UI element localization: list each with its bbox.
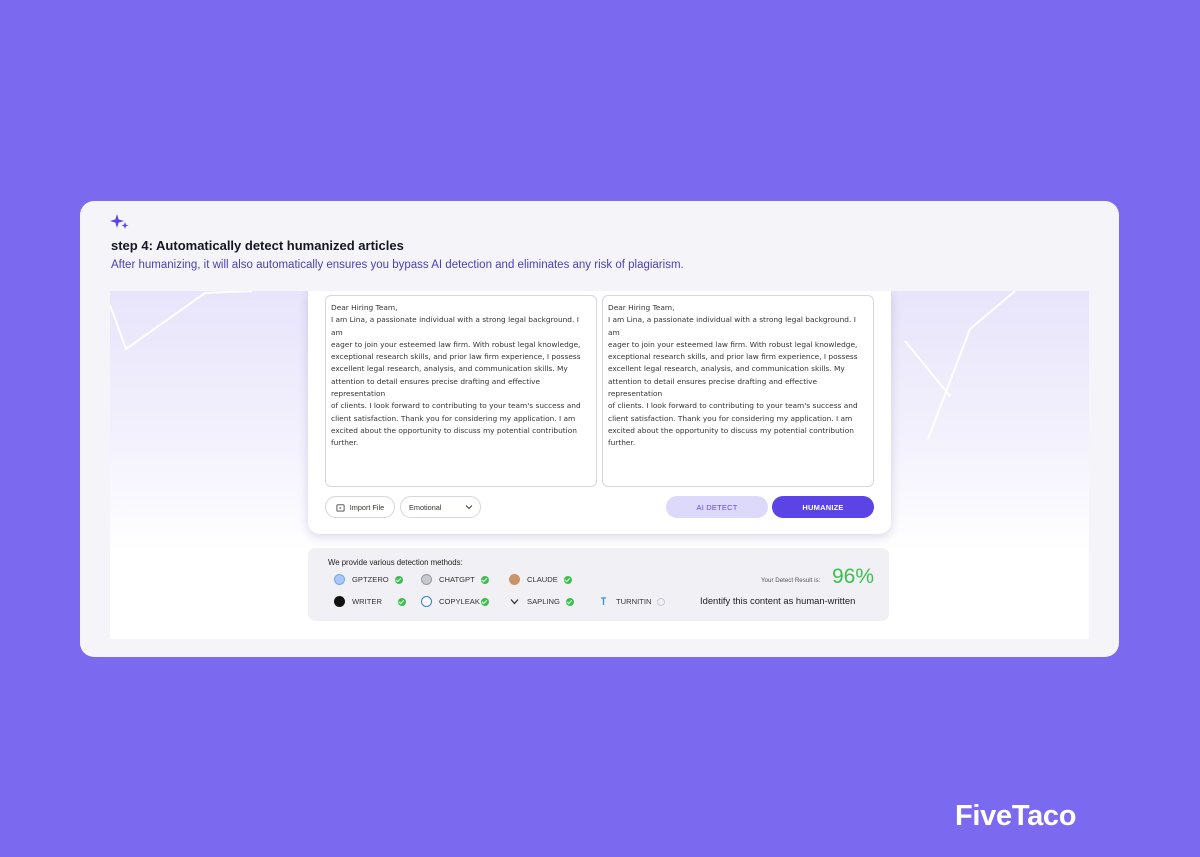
output-line: excellent legal research, analysis, and … [608,364,845,374]
file-icon [336,503,345,512]
output-line: eager to join your esteemed law firm. Wi… [608,339,858,349]
check-icon [397,597,406,606]
claude-icon [509,574,520,585]
writer-icon [334,596,345,607]
method-label: COPYLEAK [439,597,480,606]
input-line: I am Lina, a passionate individual with … [331,315,579,337]
output-line: client satisfaction. Thank you for consi… [608,413,853,423]
input-line: eager to join your esteemed law firm. Wi… [331,339,581,349]
output-line: exceptional research skills, and prior l… [608,352,858,362]
method-label: CLAUDE [527,575,558,584]
turnitin-icon [601,597,606,605]
input-line: of clients. I look forward to contributi… [331,401,581,411]
copyleak-icon [421,596,432,607]
ai-detect-button[interactable]: AI DETECT [666,496,768,518]
output-line: attention to detail ensures precise draf… [608,376,818,399]
method-label: TURNITIN [616,597,652,606]
method-gptzero: GPTZERO [334,574,403,585]
humanize-button[interactable]: HUMANIZE [772,496,874,518]
detection-methods-panel: We provide various detection methods: GP… [308,548,889,621]
detect-result-label: Your Detect Result is: [761,577,821,584]
chatgpt-icon [421,574,432,585]
input-line: exceptional research skills, and prior l… [331,352,581,362]
method-claude: CLAUDE [509,574,572,585]
output-textarea[interactable]: Dear Hiring Team, I am Lina, a passionat… [602,295,874,487]
output-line: I am Lina, a passionate individual with … [608,315,856,337]
detection-title: We provide various detection methods: [328,558,463,567]
import-file-button[interactable]: Import File [325,496,395,518]
brand-logo: FiveTaco [955,800,1077,832]
detect-result-value: 96% [832,565,875,588]
input-line: excellent legal research, analysis, and … [331,364,568,374]
sparkle-icon [110,214,129,229]
input-line: excited about the opportunity to discuss… [331,425,577,435]
import-file-label: Import File [349,502,385,512]
method-label: WRITER [352,597,382,606]
method-label: SAPLING [527,597,560,606]
humanizer-editor: Dear Hiring Team, I am Lina, a passionat… [308,291,891,534]
method-copyleak: COPYLEAK [421,596,489,607]
output-line: Dear Hiring Team, [608,303,675,312]
output-line: further. [608,438,636,448]
step-title: step 4: Automatically detect humanized a… [111,238,404,253]
sapling-icon [510,599,519,605]
method-turnitin: TURNITIN [598,596,666,607]
pending-icon [657,597,666,606]
tone-selected-value: Emotional [409,502,442,512]
check-icon [394,575,403,584]
output-line: excited about the opportunity to discuss… [608,425,854,435]
detect-result-note: Identify this content as human-written [700,595,856,606]
check-icon [563,575,572,584]
check-icon [565,597,574,606]
chevron-down-icon [465,505,473,510]
step-description: After humanizing, it will also automatic… [111,259,684,271]
check-icon [480,575,489,584]
method-label: CHATGPT [439,575,475,584]
method-label: GPTZERO [352,575,389,584]
input-line: client satisfaction. Thank you for consi… [331,413,576,423]
step-card: step 4: Automatically detect humanized a… [80,201,1119,657]
input-textarea[interactable]: Dear Hiring Team, I am Lina, a passionat… [325,295,597,487]
input-line: further. [331,438,359,448]
input-line: attention to detail ensures precise draf… [331,376,541,399]
output-line: of clients. I look forward to contributi… [608,401,858,411]
tone-select[interactable]: Emotional [400,496,481,518]
input-line: Dear Hiring Team, [331,303,398,312]
demo-stage: Dear Hiring Team, I am Lina, a passionat… [110,291,1089,639]
method-chatgpt: CHATGPT [421,574,489,585]
check-icon [480,597,489,606]
method-writer: WRITER [334,596,406,607]
gptzero-icon [334,574,345,585]
method-sapling: SAPLING [509,596,574,607]
